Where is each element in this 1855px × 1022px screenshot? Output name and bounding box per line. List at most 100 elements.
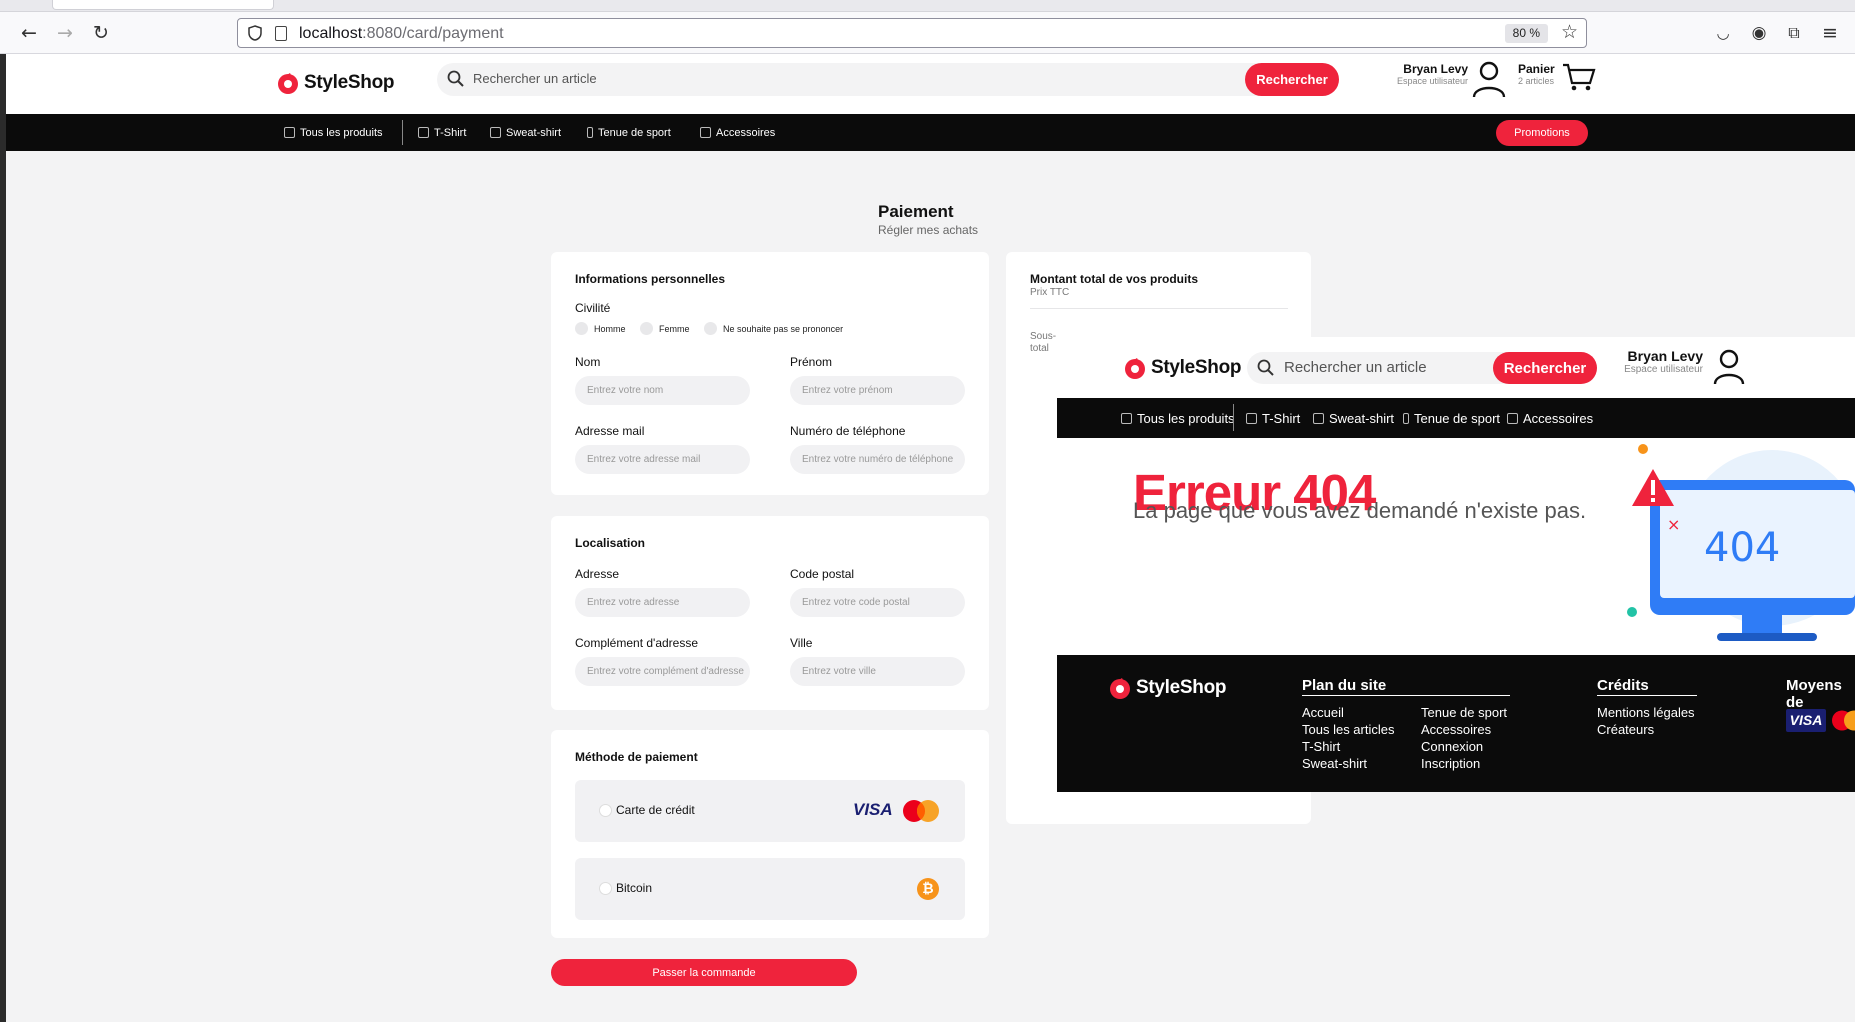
address-bar[interactable]: localhost:8080/card/payment 80 % ☆ (237, 18, 1587, 48)
nav-sweatshirt[interactable]: Sweat-shirt (1313, 398, 1394, 438)
cart-summary[interactable]: Panier 2 articles (1518, 62, 1555, 86)
nav-label: Accessoires (716, 126, 776, 139)
phone-input[interactable]: Entrez votre numéro de téléphone (790, 445, 965, 474)
nav-tshirt[interactable]: T-Shirt (418, 114, 466, 151)
error-section: Erreur 404 La page que vous avez demandé… (1057, 438, 1855, 655)
url-text[interactable]: localhost:8080/card/payment (299, 25, 504, 43)
user-account[interactable]: Bryan Levy Espace utilisateur (1384, 62, 1468, 86)
phone-label: Numéro de téléphone (790, 424, 906, 438)
shield-icon[interactable] (248, 25, 262, 41)
page-icon (275, 26, 287, 41)
nav-sportswear[interactable]: Tenue de sport (587, 114, 671, 151)
footer-link[interactable]: Mentions légales (1597, 705, 1695, 720)
sweatshirt-icon (490, 127, 501, 138)
footer-link[interactable]: Accueil (1302, 705, 1344, 720)
nav-accessories[interactable]: Accessoires (700, 114, 775, 151)
footer-link[interactable]: T-Shirt (1302, 739, 1340, 754)
pocket-icon[interactable]: ◡ (1710, 20, 1736, 46)
place-order-button[interactable]: Passer la commande (551, 959, 857, 986)
nav-accessories[interactable]: Accessoires (1507, 398, 1593, 438)
radio-femme[interactable]: Femme (640, 322, 690, 335)
overlay-brand-logo[interactable]: StyleShop (1123, 355, 1242, 381)
zoom-indicator[interactable]: 80 % (1504, 24, 1548, 43)
nav-all-products[interactable]: Tous les produits (284, 114, 383, 151)
location-card: Localisation Adresse Entrez votre adress… (551, 516, 989, 710)
back-icon[interactable]: ← (16, 20, 42, 46)
overlay-footer: StyleShop Plan du site Accueil Tous les … (1057, 655, 1855, 792)
nav-sweatshirt[interactable]: Sweat-shirt (490, 114, 561, 151)
url-host: localhost (299, 25, 363, 42)
footer-link[interactable]: Créateurs (1597, 722, 1654, 737)
city-label: Ville (790, 636, 813, 650)
footer-link[interactable]: Connexion (1421, 739, 1483, 754)
city-input[interactable]: Entrez votre ville (790, 657, 965, 686)
forward-icon[interactable]: → (52, 20, 78, 46)
radio-circle[interactable] (599, 804, 612, 817)
grid-icon (1121, 412, 1132, 424)
radio-circle[interactable] (640, 322, 653, 335)
sportswear-icon (1403, 412, 1409, 424)
summary-divider (1030, 308, 1288, 309)
error-404-illustration: 404 × (1627, 444, 1855, 641)
nav-label: Tenue de sport (598, 126, 671, 139)
search-button[interactable]: Rechercher (1493, 352, 1597, 384)
footer-link[interactable]: Sweat-shirt (1302, 756, 1367, 771)
tshirt-icon (1246, 412, 1257, 424)
search-bar[interactable]: Rechercher un article Rechercher (437, 63, 1339, 96)
error-message: La page que vous avez demandé n'existe p… (1133, 498, 1587, 523)
overlay-user-account[interactable]: Bryan Levy Espace utilisateur (1613, 348, 1703, 375)
nav-sportswear[interactable]: Tenue de sport (1403, 398, 1500, 438)
payment-option-bitcoin[interactable]: Bitcoin ₿ (575, 858, 965, 920)
radio-circle[interactable] (575, 322, 588, 335)
email-input[interactable]: Entrez votre adresse mail (575, 445, 750, 474)
prenom-input[interactable]: Entrez votre prénom (790, 376, 965, 405)
complement-input[interactable]: Entrez votre complément d'adresse (575, 657, 750, 686)
brand-logo[interactable]: StyleShop (276, 70, 395, 96)
user-icon[interactable] (1713, 349, 1745, 385)
user-icon[interactable] (1472, 60, 1506, 98)
address-input[interactable]: Entrez votre adresse (575, 588, 750, 617)
mastercard-icon (903, 800, 939, 822)
search-input[interactable]: Rechercher un article (1284, 359, 1427, 376)
radio-homme[interactable]: Homme (575, 322, 626, 335)
browser-toolbar: ← → ↻ localhost:8080/card/payment 80 % ☆… (0, 12, 1855, 54)
bookmark-star-icon[interactable]: ☆ (1561, 21, 1578, 43)
footer-link[interactable]: Tenue de sport (1421, 705, 1507, 720)
browser-tab[interactable] (52, 0, 274, 10)
footer-link[interactable]: Inscription (1421, 756, 1480, 771)
footer-link[interactable]: Accessoires (1421, 722, 1491, 737)
illustration-404-text: 404 (1704, 525, 1780, 571)
radio-no-answer[interactable]: Ne souhaite pas se prononcer (704, 322, 843, 335)
account-icon[interactable]: ◉ (1746, 20, 1772, 46)
cart-icon[interactable] (1562, 62, 1596, 92)
radio-label: Homme (594, 323, 626, 334)
section-title: Localisation (575, 536, 646, 550)
cart-label: Panier (1518, 62, 1555, 76)
payment-option-label: Bitcoin (616, 881, 653, 895)
radio-circle[interactable] (599, 882, 612, 895)
radio-label: Femme (659, 323, 690, 334)
overlay-404-page: StyleShop Rechercher un article Recherch… (1057, 337, 1855, 792)
nav-label: T-Shirt (1262, 410, 1301, 426)
nom-input[interactable]: Entrez votre nom (575, 376, 750, 405)
complement-label: Complément d'adresse (575, 636, 699, 650)
nav-all-products[interactable]: Tous les produits (1121, 398, 1235, 438)
search-button[interactable]: Rechercher (1245, 63, 1339, 96)
search-input[interactable]: Rechercher un article (473, 71, 597, 86)
payment-option-card[interactable]: Carte de crédit VISA (575, 780, 965, 842)
reload-icon[interactable]: ↻ (88, 20, 114, 46)
prenom-label: Prénom (790, 355, 833, 369)
footer-brand-logo[interactable]: StyleShop (1108, 675, 1227, 701)
user-subtitle: Espace utilisateur (1624, 364, 1703, 375)
radio-label: Ne souhaite pas se prononcer (723, 323, 844, 334)
postal-input[interactable]: Entrez votre code postal (790, 588, 965, 617)
radio-circle[interactable] (704, 322, 717, 335)
extensions-icon[interactable]: ⧉ (1781, 20, 1807, 46)
page-title: Paiement (878, 202, 954, 221)
menu-icon[interactable]: ≡ (1817, 20, 1843, 46)
promotions-button[interactable]: Promotions (1496, 120, 1588, 146)
footer-link[interactable]: Tous les articles (1302, 722, 1394, 737)
overlay-search-bar[interactable]: Rechercher un article Rechercher (1247, 352, 1597, 384)
nav-tshirt[interactable]: T-Shirt (1246, 398, 1300, 438)
brand-name: StyleShop (1136, 677, 1227, 698)
